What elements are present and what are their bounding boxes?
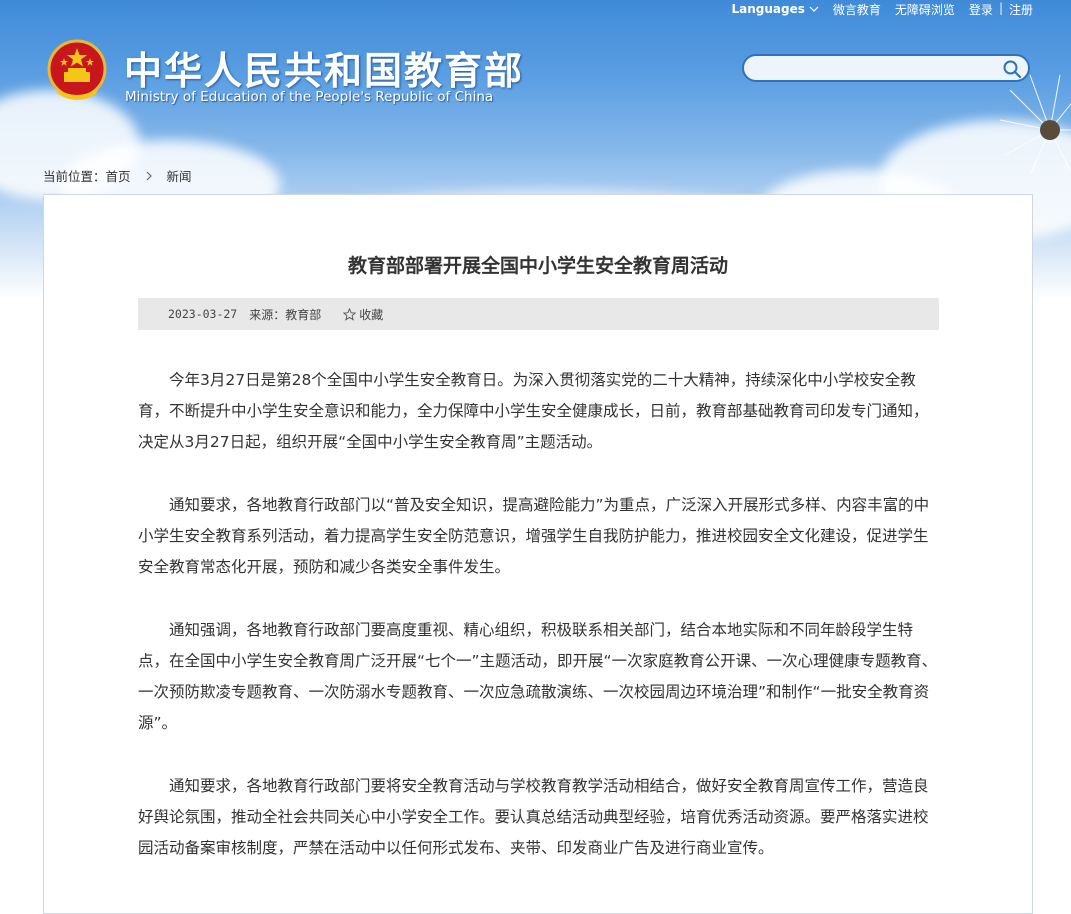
languages-label: Languages bbox=[731, 2, 805, 16]
link-divider: | bbox=[998, 0, 1003, 15]
article-paragraph: 通知强调，各地教育行政部门要高度重视、精心组织，积极联系相关部门，结合本地实际和… bbox=[138, 621, 938, 732]
search-box bbox=[742, 54, 1030, 82]
article-meta: 2023-03-27 来源：教育部 收藏 bbox=[138, 298, 939, 330]
search-icon[interactable] bbox=[1002, 59, 1022, 79]
weibo-link[interactable]: 微言教育 bbox=[833, 1, 881, 18]
article-title: 教育部部署开展全国中小学生安全教育周活动 bbox=[347, 255, 728, 277]
star-icon bbox=[343, 307, 357, 321]
languages-menu[interactable]: Languages bbox=[732, 2, 819, 16]
favorite-button[interactable]: 收藏 bbox=[343, 306, 383, 323]
login-link[interactable]: 登录 bbox=[969, 1, 993, 18]
dandelion-decoration bbox=[999, 74, 1071, 176]
search-input[interactable] bbox=[756, 59, 1000, 79]
accessible-browse-link[interactable]: 无障碍浏览 bbox=[895, 1, 955, 18]
article-source: 来源：教育部 bbox=[249, 307, 322, 322]
national-emblem-icon[interactable] bbox=[44, 38, 110, 104]
article-paragraph: 今年3月27日是第28个全国中小学生安全教育日。为深入贯彻落实党的二十大精神，持… bbox=[138, 371, 929, 451]
favorite-label: 收藏 bbox=[359, 307, 384, 322]
site-title-english: Ministry of Education of the People's Re… bbox=[125, 89, 494, 105]
breadcrumb-home[interactable]: 首页 bbox=[106, 169, 131, 184]
article-date: 2023-03-27 bbox=[168, 307, 238, 321]
breadcrumb-prefix: 当前位置：首页 bbox=[43, 169, 131, 184]
article-paragraph: 通知要求，各地教育行政部门以“普及安全知识，提高避险能力”为重点，广泛深入开展形… bbox=[138, 496, 930, 576]
breadcrumb: 当前位置：首页 新闻 bbox=[43, 166, 192, 185]
article-paragraph: 通知要求，各地教育行政部门要将安全教育活动与学校教育教学活动相结合，做好安全教育… bbox=[138, 777, 929, 857]
top-links: Languages 微言教育 无障碍浏览 登录 | 注册 bbox=[732, 0, 1034, 18]
chevron-right-icon bbox=[146, 171, 152, 180]
breadcrumb-current[interactable]: 新闻 bbox=[167, 166, 192, 185]
chevron-down-icon bbox=[809, 6, 819, 12]
site-title[interactable]: 中华人民共和国教育部 bbox=[124, 40, 524, 95]
article-body: 今年3月27日是第28个全国中小学生安全教育日。为深入贯彻落实党的二十大精神，持… bbox=[138, 365, 939, 896]
article-card: 教育部部署开展全国中小学生安全教育周活动 2023-03-27 来源：教育部 收… bbox=[43, 194, 1033, 914]
register-link[interactable]: 注册 bbox=[1009, 1, 1033, 18]
